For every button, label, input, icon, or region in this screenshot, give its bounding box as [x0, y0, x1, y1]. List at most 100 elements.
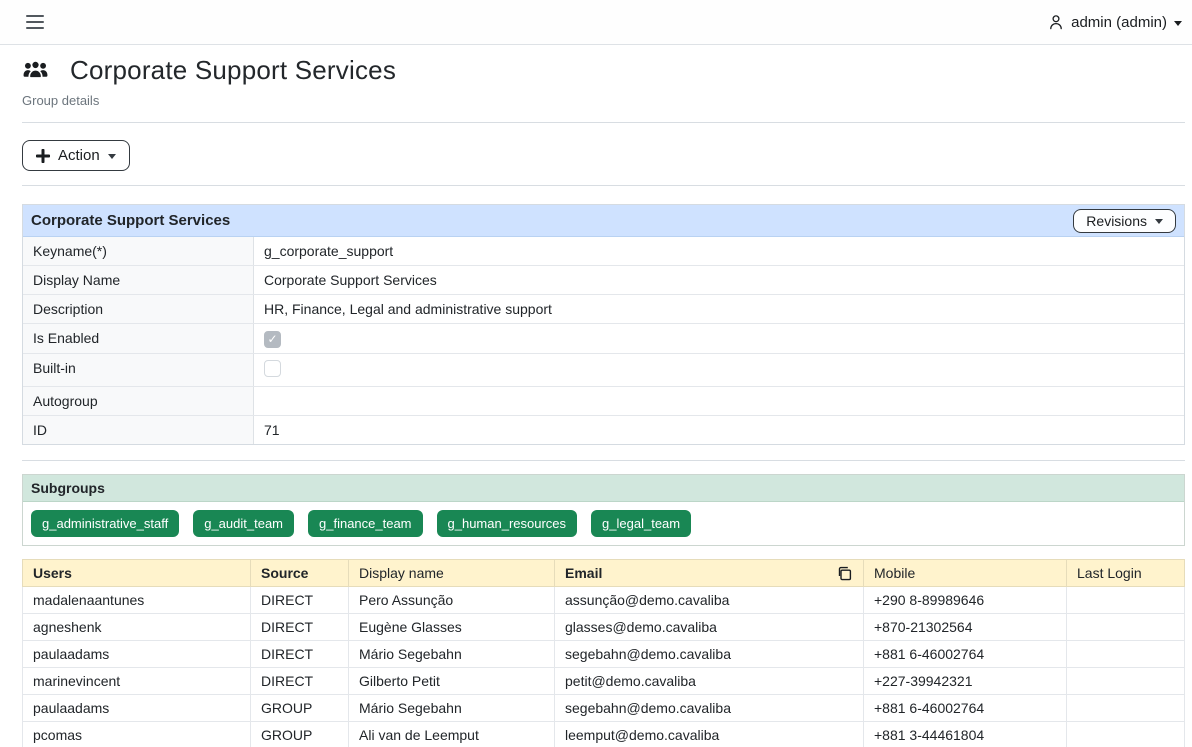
table-cell	[1067, 586, 1185, 613]
menu-hamburger-icon[interactable]	[24, 11, 46, 33]
table-cell: +870-21302564	[864, 613, 1067, 640]
page-title: Corporate Support Services	[70, 55, 396, 86]
table-cell	[1067, 694, 1185, 721]
detail-row: Autogroup	[23, 386, 1184, 415]
table-cell: glasses@demo.cavaliba	[555, 613, 864, 640]
table-cell: paulaadams	[23, 640, 251, 667]
subgroup-badge[interactable]: g_administrative_staff	[31, 510, 179, 537]
table-row: pcomasGROUPAli van de Leemputleemput@dem…	[23, 721, 1185, 747]
revisions-button-label: Revisions	[1086, 213, 1147, 229]
action-button-label: Action	[58, 147, 100, 164]
detail-label: Keyname(*)	[23, 237, 254, 265]
table-row: paulaadamsGROUPMário Segebahnsegebahn@de…	[23, 694, 1185, 721]
table-cell: +290 8-89989646	[864, 586, 1067, 613]
detail-value: HR, Finance, Legal and administrative su…	[254, 295, 1184, 323]
group-details-panel-title: Corporate Support Services	[31, 212, 230, 229]
table-cell: segebahn@demo.cavaliba	[555, 640, 864, 667]
table-cell: GROUP	[251, 694, 349, 721]
users-table: UsersSourceDisplay nameEmail MobileLast …	[22, 559, 1185, 747]
divider	[22, 185, 1185, 186]
table-row: agneshenkDIRECTEugène Glassesglasses@dem…	[23, 613, 1185, 640]
action-button[interactable]: Action	[22, 140, 130, 171]
subgroup-badge[interactable]: g_finance_team	[308, 510, 423, 537]
chevron-down-icon	[1155, 219, 1163, 224]
topbar: admin (admin)	[0, 0, 1192, 45]
table-cell	[1067, 667, 1185, 694]
detail-label: ID	[23, 416, 254, 444]
group-details-panel: Corporate Support Services Revisions Key…	[22, 204, 1185, 445]
subgroups-panel: Subgroups g_administrative_staff g_audit_…	[22, 474, 1185, 546]
table-cell: paulaadams	[23, 694, 251, 721]
table-cell: +881 3-44461804	[864, 721, 1067, 747]
table-cell	[1067, 721, 1185, 747]
detail-label: Built-in	[23, 354, 254, 386]
detail-label: Display Name	[23, 266, 254, 294]
detail-row: Is Enabled ✓	[23, 323, 1184, 353]
subgroup-badge[interactable]: g_legal_team	[591, 510, 691, 537]
user-menu[interactable]: admin (admin)	[1048, 14, 1182, 31]
table-cell: marinevincent	[23, 667, 251, 694]
table-cell	[1067, 613, 1185, 640]
detail-value	[254, 354, 1184, 386]
detail-row: Description HR, Finance, Legal and admin…	[23, 294, 1184, 323]
table-row: madalenaantunesDIRECTPero Assunçãoassunç…	[23, 586, 1185, 613]
column-header: Users	[23, 559, 251, 586]
user-menu-label: admin (admin)	[1071, 14, 1167, 31]
table-cell: Eugène Glasses	[349, 613, 555, 640]
details-table-body: Keyname(*) g_corporate_support Display N…	[23, 237, 1184, 444]
table-cell: Gilberto Petit	[349, 667, 555, 694]
detail-label: Description	[23, 295, 254, 323]
chevron-down-icon	[108, 154, 116, 159]
column-header: Last Login	[1067, 559, 1185, 586]
table-row: paulaadamsDIRECTMário Segebahnsegebahn@d…	[23, 640, 1185, 667]
table-cell: assunção@demo.cavaliba	[555, 586, 864, 613]
table-cell: DIRECT	[251, 640, 349, 667]
detail-value: g_corporate_support	[254, 237, 1184, 265]
revisions-button[interactable]: Revisions	[1073, 209, 1176, 233]
users-table-header-row: UsersSourceDisplay nameEmail MobileLast …	[23, 559, 1185, 586]
table-cell: Pero Assunção	[349, 586, 555, 613]
divider	[22, 460, 1185, 461]
table-cell: Mário Segebahn	[349, 694, 555, 721]
group-details-panel-header: Corporate Support Services Revisions	[23, 205, 1184, 237]
detail-row: ID 71	[23, 415, 1184, 444]
divider	[22, 122, 1185, 123]
column-header: Display name	[349, 559, 555, 586]
subgroup-badge[interactable]: g_human_resources	[437, 510, 578, 537]
copy-icon[interactable]	[837, 565, 853, 581]
detail-value: Corporate Support Services	[254, 266, 1184, 294]
detail-value	[254, 387, 1184, 415]
table-cell: petit@demo.cavaliba	[555, 667, 864, 694]
detail-row: Display Name Corporate Support Services	[23, 265, 1184, 294]
detail-value: ✓	[254, 324, 1184, 353]
detail-value: 71	[254, 416, 1184, 444]
table-cell: leemput@demo.cavaliba	[555, 721, 864, 747]
table-cell: DIRECT	[251, 613, 349, 640]
detail-label: Autogroup	[23, 387, 254, 415]
table-row: marinevincentDIRECTGilberto Petitpetit@d…	[23, 667, 1185, 694]
table-cell: Ali van de Leemput	[349, 721, 555, 747]
column-header: Source	[251, 559, 349, 586]
detail-row: Keyname(*) g_corporate_support	[23, 237, 1184, 265]
table-cell: +227-39942321	[864, 667, 1067, 694]
plus-icon	[36, 149, 50, 163]
detail-row: Built-in	[23, 353, 1184, 386]
table-cell	[1067, 640, 1185, 667]
table-cell: DIRECT	[251, 667, 349, 694]
subgroup-badge[interactable]: g_audit_team	[193, 510, 294, 537]
page-header: Corporate Support Services	[22, 55, 1185, 86]
subgroups-panel-title: Subgroups	[23, 475, 1184, 502]
table-cell: agneshenk	[23, 613, 251, 640]
table-cell: +881 6-46002764	[864, 640, 1067, 667]
users-table-body: madalenaantunesDIRECTPero Assunçãoassunç…	[23, 586, 1185, 747]
subgroup-badges: g_administrative_staff g_audit_team g_fina…	[23, 502, 1184, 545]
table-cell: pcomas	[23, 721, 251, 747]
users-group-icon	[22, 58, 49, 84]
chevron-down-icon	[1174, 21, 1182, 26]
table-cell: GROUP	[251, 721, 349, 747]
checkbox-unchecked	[264, 360, 281, 377]
checkbox-checked: ✓	[264, 331, 281, 348]
table-cell: madalenaantunes	[23, 586, 251, 613]
person-icon	[1048, 14, 1064, 30]
table-cell: DIRECT	[251, 586, 349, 613]
